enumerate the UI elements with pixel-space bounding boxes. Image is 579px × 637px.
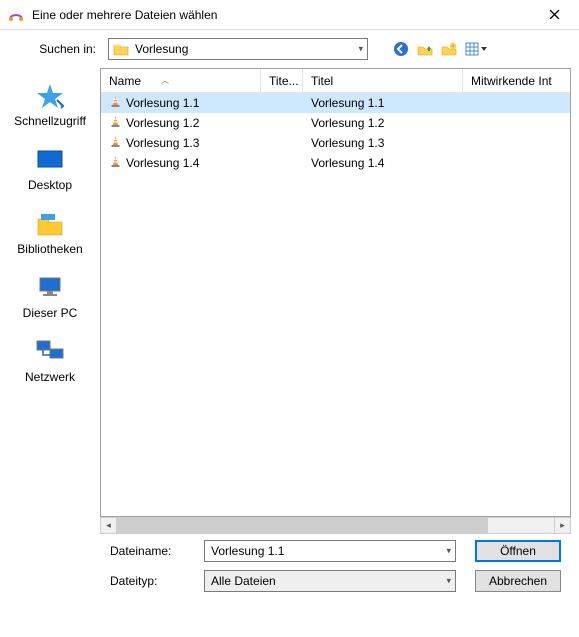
desktop-icon [34,146,66,174]
chevron-down-icon: ▾ [446,546,451,557]
file-row[interactable]: Vorlesung 1.3 Vorlesung 1.3 [101,133,570,153]
place-label: Netzwerk [25,370,75,384]
window-title: Eine oder mehrere Dateien wählen [32,8,532,22]
filename-label: Dateiname: [100,544,194,558]
folder-icon [113,42,129,56]
place-quick-access[interactable]: Schnellzugriff [5,74,95,138]
place-libraries[interactable]: Bibliotheken [5,202,95,266]
file-row[interactable]: Vorlesung 1.4 Vorlesung 1.4 [101,153,570,173]
places-sidebar: Schnellzugriff Desktop Bibliotheken Dies… [0,68,100,598]
file-title: Vorlesung 1.3 [311,136,384,150]
filetype-label: Dateityp: [100,574,194,588]
filetype-dropdown[interactable]: Alle Dateien ▾ [204,570,456,592]
place-label: Bibliotheken [17,242,82,256]
column-header-name[interactable]: Name ︿ [101,69,261,92]
scroll-track[interactable] [117,517,554,534]
titlebar: Eine oder mehrere Dateien wählen [0,0,579,30]
quick-access-icon [34,82,66,110]
look-in-value: Vorlesung [135,42,188,56]
file-list: Name ︿ Tite... Titel Mitwirkende Int Vor… [100,68,571,517]
list-header: Name ︿ Tite... Titel Mitwirkende Int [101,69,570,93]
filename-input[interactable]: Vorlesung 1.1 ▾ [204,540,456,562]
place-label: Schnellzugriff [14,114,86,128]
vlc-icon [109,155,122,171]
place-label: Desktop [28,178,72,192]
view-menu-button[interactable] [464,40,488,58]
network-icon [34,338,66,366]
scroll-left-button[interactable]: ◂ [100,517,117,534]
file-title: Vorlesung 1.4 [311,156,384,170]
nav-icons [392,40,488,58]
scroll-thumb[interactable] [117,518,488,533]
this-pc-icon [34,274,66,302]
file-row[interactable]: Vorlesung 1.1 Vorlesung 1.1 [101,93,570,113]
column-header-mitwirkende[interactable]: Mitwirkende Int [463,69,570,92]
look-in-dropdown[interactable]: Vorlesung ▾ [108,38,368,60]
chevron-down-icon: ▾ [446,576,451,587]
app-icon [8,7,24,23]
file-name: Vorlesung 1.3 [126,136,199,150]
cancel-button[interactable]: Abbrechen [475,570,561,592]
file-name: Vorlesung 1.1 [126,96,199,110]
column-header-tite[interactable]: Tite... [261,69,303,92]
place-network[interactable]: Netzwerk [5,330,95,394]
vlc-icon [109,95,122,111]
column-header-titel[interactable]: Titel [303,69,463,92]
horizontal-scrollbar[interactable]: ◂ ▸ [100,517,571,534]
back-button[interactable] [392,40,410,58]
file-rows: Vorlesung 1.1Vorlesung 1.1Vorlesung 1.2V… [101,93,570,516]
place-desktop[interactable]: Desktop [5,138,95,202]
chevron-down-icon: ▾ [358,44,363,55]
filename-value: Vorlesung 1.1 [211,544,284,558]
file-title: Vorlesung 1.2 [311,116,384,130]
scroll-right-button[interactable]: ▸ [554,517,571,534]
close-button[interactable] [532,1,577,29]
sort-ascending-icon: ︿ [161,75,169,86]
libraries-icon [34,210,66,238]
file-row[interactable]: Vorlesung 1.2 Vorlesung 1.2 [101,113,570,133]
vlc-icon [109,115,122,131]
new-folder-button[interactable] [440,40,458,58]
file-name: Vorlesung 1.4 [126,156,199,170]
place-label: Dieser PC [23,306,78,320]
open-button[interactable]: Öffnen [475,540,561,562]
vlc-icon [109,135,122,151]
place-this-pc[interactable]: Dieser PC [5,266,95,330]
up-one-level-button[interactable] [416,40,434,58]
file-name: Vorlesung 1.2 [126,116,199,130]
toolbar: Suchen in: Vorlesung ▾ [0,30,579,68]
bottom-panel: Dateiname: Vorlesung 1.1 ▾ Öffnen Dateit… [100,534,571,598]
file-title: Vorlesung 1.1 [311,96,384,110]
look-in-label: Suchen in: [34,42,96,56]
filetype-value: Alle Dateien [211,574,276,588]
